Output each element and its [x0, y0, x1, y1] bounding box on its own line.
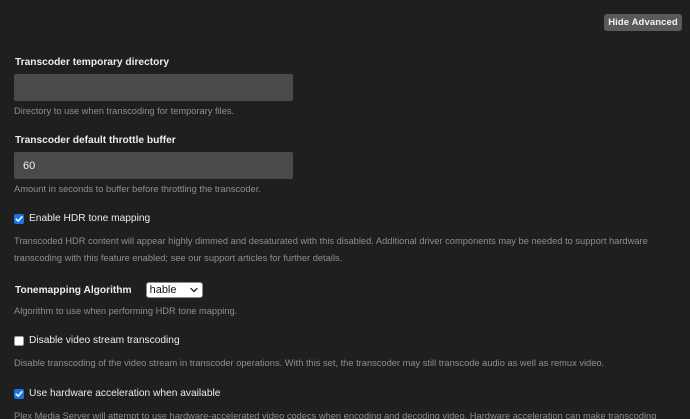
throttle-buffer-input[interactable] — [14, 152, 293, 179]
throttle-buffer-help: Amount in seconds to buffer before throt… — [14, 184, 261, 194]
tonemapping-algorithm-value: hable — [149, 284, 177, 296]
hardware-acceleration-checkbox[interactable] — [14, 388, 24, 399]
hdr-tone-mapping-help-line2: transcoding with this feature enabled; s… — [14, 253, 343, 263]
chevron-down-icon — [189, 287, 198, 293]
tonemapping-algorithm-label: Tonemapping Algorithm — [15, 284, 132, 296]
tonemapping-algorithm-help: Algorithm to use when performing HDR ton… — [14, 306, 238, 316]
hardware-acceleration-help: Plex Media Server will attempt to use ha… — [14, 411, 657, 419]
temp-directory-input[interactable] — [14, 74, 293, 101]
disable-video-transcoding-help: Disable transcoding of the video stream … — [14, 358, 605, 368]
hardware-acceleration-row[interactable]: Use hardware acceleration when available — [14, 388, 220, 399]
hardware-acceleration-label: Use hardware acceleration when available — [29, 388, 221, 399]
disable-video-transcoding-row[interactable]: Disable video stream transcoding — [14, 335, 180, 346]
hide-advanced-button[interactable]: Hide Advanced — [604, 14, 682, 31]
hdr-tone-mapping-row[interactable]: Enable HDR tone mapping — [14, 213, 150, 224]
tonemapping-algorithm-select[interactable]: hable — [145, 282, 203, 298]
disable-video-transcoding-label: Disable video stream transcoding — [29, 335, 180, 346]
hdr-tone-mapping-checkbox[interactable] — [14, 213, 24, 224]
disable-video-transcoding-checkbox[interactable] — [14, 335, 24, 346]
tonemapping-algorithm-row: Tonemapping Algorithm hable — [15, 282, 203, 298]
throttle-buffer-label: Transcoder default throttle buffer — [15, 135, 176, 146]
temp-directory-help: Directory to use when transcoding for te… — [14, 106, 235, 116]
temp-directory-label: Transcoder temporary directory — [15, 57, 170, 68]
hdr-tone-mapping-label: Enable HDR tone mapping — [29, 213, 151, 224]
